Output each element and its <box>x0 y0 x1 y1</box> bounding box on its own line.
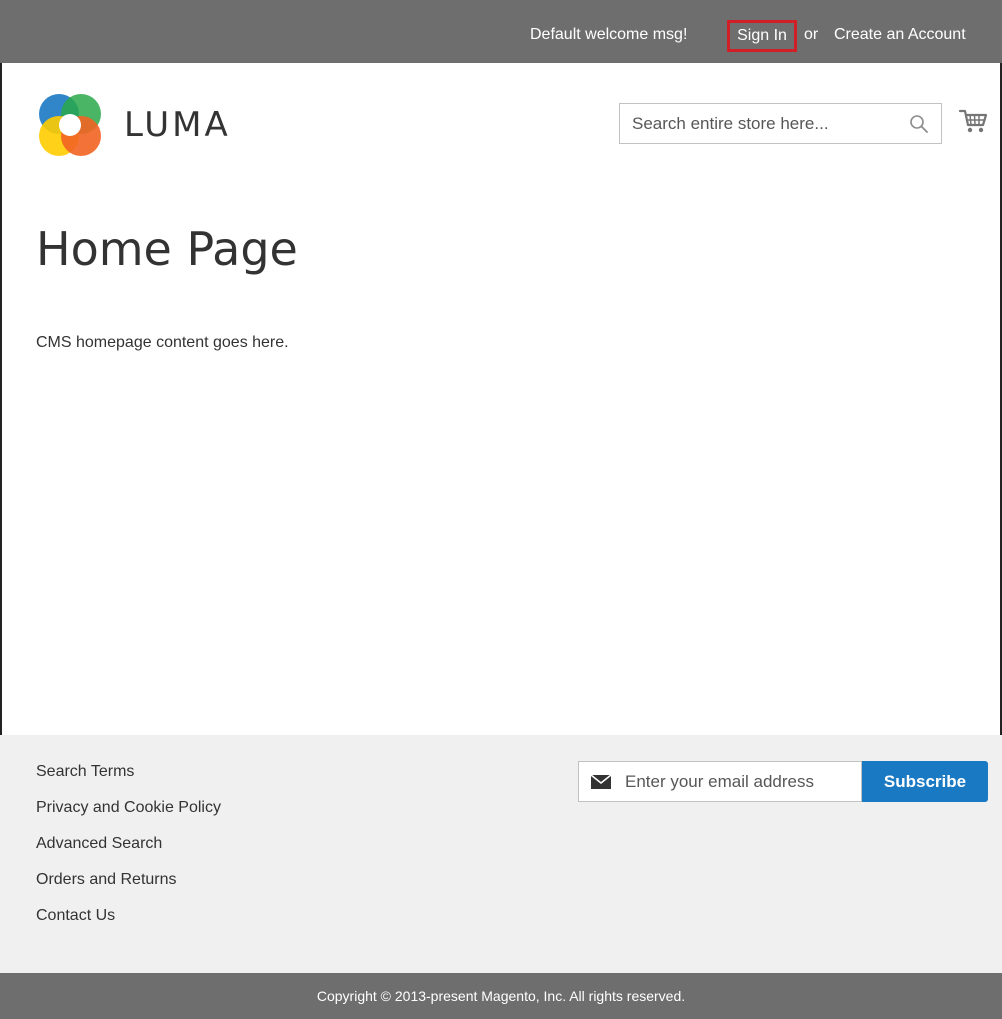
cart-icon <box>958 109 988 133</box>
luma-logo-icon <box>39 94 101 156</box>
copyright-bar: Copyright © 2013-present Magento, Inc. A… <box>0 973 1002 1019</box>
brand-name: LUMA <box>124 105 231 145</box>
cms-content: CMS homepage content goes here. <box>36 334 289 351</box>
newsletter-form: Subscribe <box>578 761 988 802</box>
sign-in-link[interactable]: Sign In <box>727 20 797 52</box>
create-account-link[interactable]: Create an Account <box>834 26 966 44</box>
footer-link-contact-us[interactable]: Contact Us <box>36 907 115 924</box>
footer-links: Search Terms Privacy and Cookie Policy A… <box>36 763 221 943</box>
search-box <box>619 103 942 144</box>
footer: Search Terms Privacy and Cookie Policy A… <box>0 735 1002 973</box>
footer-link-privacy-policy[interactable]: Privacy and Cookie Policy <box>36 799 221 816</box>
subscribe-button[interactable]: Subscribe <box>862 761 988 802</box>
newsletter-email-box <box>578 761 862 802</box>
welcome-message: Default welcome msg! <box>530 26 688 43</box>
copyright-text: Copyright © 2013-present Magento, Inc. A… <box>316 988 686 1004</box>
envelope-icon <box>591 775 611 789</box>
footer-link-search-terms[interactable]: Search Terms <box>36 763 134 780</box>
page-title: Home Page <box>36 222 298 276</box>
newsletter-email-input[interactable] <box>615 762 859 801</box>
top-bar: Default welcome msg! Sign In or Create a… <box>0 0 1002 63</box>
search-input[interactable] <box>620 104 900 143</box>
search-icon[interactable] <box>909 114 929 134</box>
footer-link-advanced-search[interactable]: Advanced Search <box>36 835 162 852</box>
or-text: or <box>804 26 819 43</box>
footer-link-orders-returns[interactable]: Orders and Returns <box>36 871 177 888</box>
